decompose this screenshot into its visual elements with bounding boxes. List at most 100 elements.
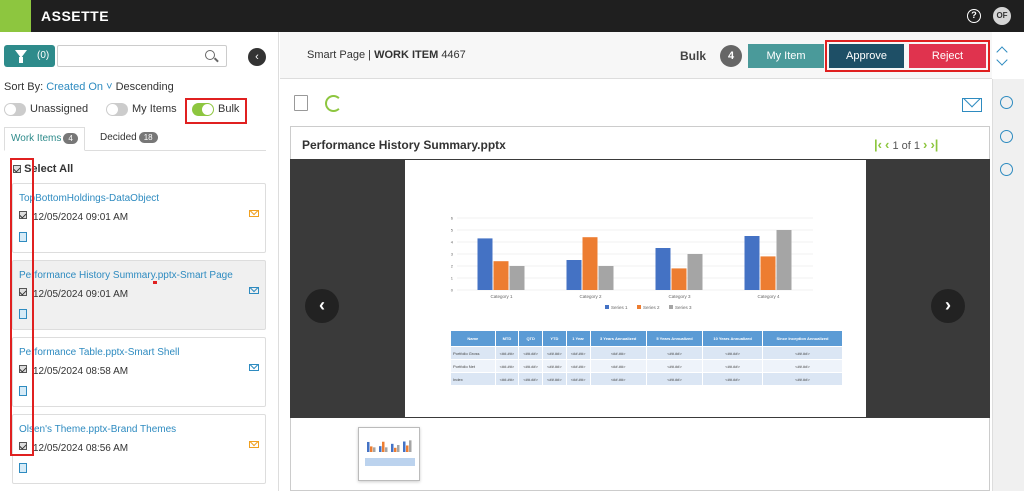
performance-table: Name MTD QTD YTD 1 Year 3 Years Annualized 5 Y… bbox=[450, 330, 844, 386]
thumbnail-bar bbox=[370, 446, 373, 452]
table-header: 10 Years Annualized bbox=[702, 330, 763, 347]
bar bbox=[598, 266, 614, 290]
tab-label: Decided bbox=[100, 132, 137, 143]
work-item-label: WORK ITEM bbox=[374, 49, 439, 61]
item-date: 12/05/2024 09:01 AM bbox=[33, 212, 129, 223]
mail-icon[interactable] bbox=[249, 441, 259, 448]
tab-work-items[interactable]: Work Items 4 bbox=[4, 127, 85, 151]
sort-direction[interactable]: Descending bbox=[116, 81, 174, 93]
y-tick-label: 3 bbox=[451, 252, 454, 257]
table-cell: <##.##> bbox=[645, 372, 704, 386]
table-cell: <##.##> bbox=[589, 372, 647, 386]
bulk-label: Bulk bbox=[680, 49, 707, 63]
table-cell: <##.##> bbox=[761, 359, 844, 373]
chevron-up-icon[interactable] bbox=[996, 46, 1008, 54]
sort-field-select[interactable]: Created On bbox=[46, 81, 103, 93]
thumbnail-bar bbox=[409, 440, 412, 452]
table-cell: <##.##> bbox=[702, 372, 763, 386]
table-cell: <##.##> bbox=[645, 359, 704, 373]
tab-label: Work Items bbox=[11, 133, 62, 144]
table-cell: <##.##> bbox=[542, 372, 567, 386]
item-title[interactable]: TopBottomHoldings-DataObject bbox=[19, 193, 159, 204]
page-type: Smart Page bbox=[307, 49, 366, 61]
prev-slide-button[interactable]: ‹ bbox=[305, 289, 339, 323]
bulk-count-badge: 4 bbox=[720, 45, 742, 67]
table-row: Portfolio Gross <##.##> <##.##> <##.##> <##.… bbox=[450, 346, 844, 360]
tab-decided[interactable]: Decided 18 bbox=[94, 127, 164, 151]
legend-swatch bbox=[669, 305, 673, 309]
breadcrumb: Smart Page | WORK ITEM 4467 bbox=[307, 49, 466, 61]
envelope-icon[interactable] bbox=[962, 98, 982, 112]
comment-icon[interactable] bbox=[1000, 96, 1013, 109]
pager: |‹ ‹ 1 of 1 › ›| bbox=[874, 137, 938, 152]
filter-count: (0) bbox=[37, 50, 50, 61]
bar bbox=[582, 237, 598, 290]
last-page-icon[interactable]: ›| bbox=[930, 137, 938, 152]
chevron-down-icon[interactable] bbox=[996, 58, 1008, 66]
y-tick-label: 2 bbox=[451, 264, 454, 269]
toggle-track bbox=[4, 103, 26, 116]
next-slide-button[interactable]: › bbox=[931, 289, 965, 323]
table-cell: Portfolio Net bbox=[450, 359, 496, 373]
toggle-label: Unassigned bbox=[30, 103, 89, 115]
filter-button[interactable]: (0) bbox=[4, 45, 55, 67]
document-search-icon[interactable] bbox=[294, 95, 308, 111]
expand-icon[interactable] bbox=[1000, 163, 1013, 176]
x-tick-label: Category 4 bbox=[757, 294, 780, 299]
logo-icon bbox=[0, 0, 31, 32]
y-tick-label: 1 bbox=[451, 276, 454, 281]
thumbnail-bar bbox=[403, 441, 406, 452]
slide-thumbnail[interactable] bbox=[358, 427, 420, 481]
search-input[interactable] bbox=[57, 45, 227, 67]
bar bbox=[509, 266, 525, 290]
table-header: 5 Years Annualized bbox=[645, 330, 704, 347]
table-cell: <##.##> bbox=[542, 346, 567, 360]
table-cell: <##.##> bbox=[761, 372, 844, 386]
table-header: 1 Year bbox=[565, 330, 591, 347]
thumbnail-bar bbox=[373, 447, 376, 452]
thumbnail-bar bbox=[367, 441, 370, 452]
thumbnail-bar bbox=[382, 441, 385, 452]
list-item[interactable]: Performance History Summary.pptx-Smart P… bbox=[12, 260, 266, 330]
item-title[interactable]: Performance Table.pptx-Smart Shell bbox=[19, 347, 179, 358]
bar bbox=[760, 256, 776, 290]
table-cell: <##.##> bbox=[702, 346, 763, 360]
checkbox-highlight bbox=[10, 158, 34, 456]
mail-icon[interactable] bbox=[249, 364, 259, 371]
search-icon[interactable] bbox=[205, 50, 215, 60]
help-icon[interactable]: ? bbox=[967, 9, 981, 23]
table-header: YTD bbox=[542, 330, 567, 347]
item-title[interactable]: Performance History Summary.pptx-Smart P… bbox=[19, 270, 233, 281]
table-cell: <##.##> bbox=[589, 346, 647, 360]
bar-chart: 0 1 2 3 4 5 6 Category 1 Category 2 Category 3 Cat… bbox=[451, 216, 813, 310]
y-tick-label: 6 bbox=[451, 216, 454, 221]
thumbnail-bar bbox=[394, 447, 397, 452]
first-page-icon[interactable]: |‹ bbox=[874, 137, 882, 152]
table-cell: <##.##> bbox=[565, 359, 591, 373]
attachment-icon[interactable] bbox=[1000, 130, 1013, 143]
next-page-icon[interactable]: › bbox=[923, 137, 927, 152]
sort-prefix: Sort By: bbox=[4, 81, 44, 93]
mail-icon[interactable] bbox=[249, 210, 259, 217]
legend-swatch bbox=[637, 305, 641, 309]
refresh-icon[interactable] bbox=[325, 95, 342, 112]
count-badge: 4 bbox=[63, 133, 78, 144]
red-marker bbox=[153, 281, 157, 284]
my-item-button[interactable]: My Item bbox=[748, 44, 824, 68]
collapse-sidebar-button[interactable]: ‹ bbox=[248, 48, 266, 66]
list-item[interactable]: Olsen's Theme.pptx-Brand Themes 12/05/20… bbox=[12, 414, 266, 484]
list-item[interactable]: Performance Table.pptx-Smart Shell 12/05… bbox=[12, 337, 266, 407]
table-header: QTD bbox=[518, 330, 544, 347]
table-header: Name bbox=[450, 330, 496, 347]
list-item[interactable]: TopBottomHoldings-DataObject 12/05/2024 … bbox=[12, 183, 266, 253]
x-tick-label: Category 1 bbox=[490, 294, 513, 299]
table-header: MTD bbox=[494, 330, 520, 347]
table-row: Portfolio Net <##.##> <##.##> <##.##> <##.##… bbox=[450, 359, 844, 373]
prev-page-icon[interactable]: ‹ bbox=[885, 137, 889, 152]
item-title[interactable]: Olsen's Theme.pptx-Brand Themes bbox=[19, 424, 176, 435]
item-date: 12/05/2024 08:56 AM bbox=[33, 443, 129, 454]
avatar[interactable]: OF bbox=[993, 7, 1011, 25]
mail-icon[interactable] bbox=[249, 287, 259, 294]
table-cell: Index bbox=[450, 372, 496, 386]
thumbnail-bar bbox=[397, 445, 400, 452]
